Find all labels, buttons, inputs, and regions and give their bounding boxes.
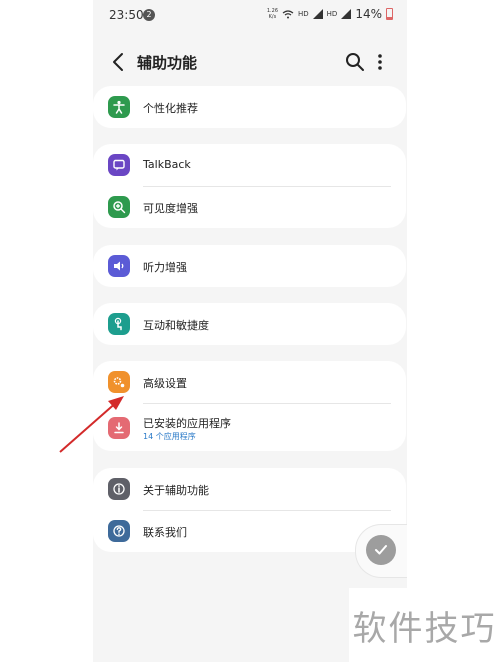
download-icon [108,417,130,439]
hd-label-2: HD [326,10,338,18]
wifi-icon [282,9,294,18]
menu-item-label: 听力增强 [143,261,187,274]
person-accessibility-icon [108,96,130,118]
magnifier-icon [108,196,130,218]
chat-bubble-icon [108,154,130,176]
status-bar: 23:50 2 1.26 K/s HD HD 14% [93,0,407,30]
more-options-icon[interactable] [370,50,390,74]
menu-item-label: 互动和敏捷度 [143,319,209,332]
status-right: 1.26 K/s HD HD 14% [267,7,393,21]
back-icon[interactable] [107,50,131,74]
hd-label-1: HD [298,10,309,18]
menu-item-label: 个性化推荐 [143,102,198,115]
settings-group-hearing: 听力增强 [93,245,406,287]
status-time: 23:50 [109,8,144,22]
settings-group-advanced: 高级设置 已安装的应用程序 14 个应用程序 [93,361,406,451]
menu-item-label: 关于辅助功能 [143,484,209,497]
notification-badge: 2 [143,9,155,21]
floating-assistant-button[interactable] [355,524,407,578]
touch-hand-icon [108,313,130,335]
gears-icon [108,371,130,393]
menu-item-personalized-recommendation[interactable]: 个性化推荐 [93,86,406,128]
signal-icon-2 [341,9,352,19]
menu-item-label: TalkBack [143,158,191,171]
menu-item-interaction-dexterity[interactable]: 互动和敏捷度 [93,303,406,345]
signal-icon [312,9,323,19]
battery-icon [386,8,393,20]
menu-item-label: 可见度增强 [143,202,198,215]
menu-item-label: 高级设置 [143,377,187,390]
settings-group-personalization: 个性化推荐 [93,86,406,128]
settings-group-vision: TalkBack 可见度增强 [93,144,406,228]
header: 辅助功能 [93,44,407,80]
battery-percent: 14% [355,7,382,21]
menu-item-advanced-settings[interactable]: 高级设置 [93,361,406,403]
settings-group-interaction: 互动和敏捷度 [93,303,406,345]
checkmark-icon [366,535,396,565]
menu-item-installed-apps[interactable]: 已安装的应用程序 14 个应用程序 [93,403,406,451]
watermark-text: 软件技巧 [352,608,497,649]
menu-item-visibility-enhancement[interactable]: 可见度增强 [93,186,406,228]
watermark-logo: 软件技巧 [349,588,500,662]
menu-item-sublabel: 14 个应用程序 [143,432,196,441]
phone-screen: 23:50 2 1.26 K/s HD HD 14% 辅助功能 个性化推荐 Ta… [93,0,407,662]
info-icon [108,478,130,500]
menu-item-talkback[interactable]: TalkBack [93,144,406,186]
page-title: 辅助功能 [137,54,198,72]
speaker-icon [108,255,130,277]
question-icon [108,520,130,542]
menu-item-label: 已安装的应用程序 [143,417,231,430]
menu-item-label: 联系我们 [143,526,187,539]
search-icon[interactable] [343,50,367,74]
net-speed: 1.26 K/s [267,8,278,20]
menu-item-about-accessibility[interactable]: 关于辅助功能 [93,468,406,510]
net-speed-unit: K/s [268,14,277,20]
menu-item-hearing-enhancement[interactable]: 听力增强 [93,245,406,287]
